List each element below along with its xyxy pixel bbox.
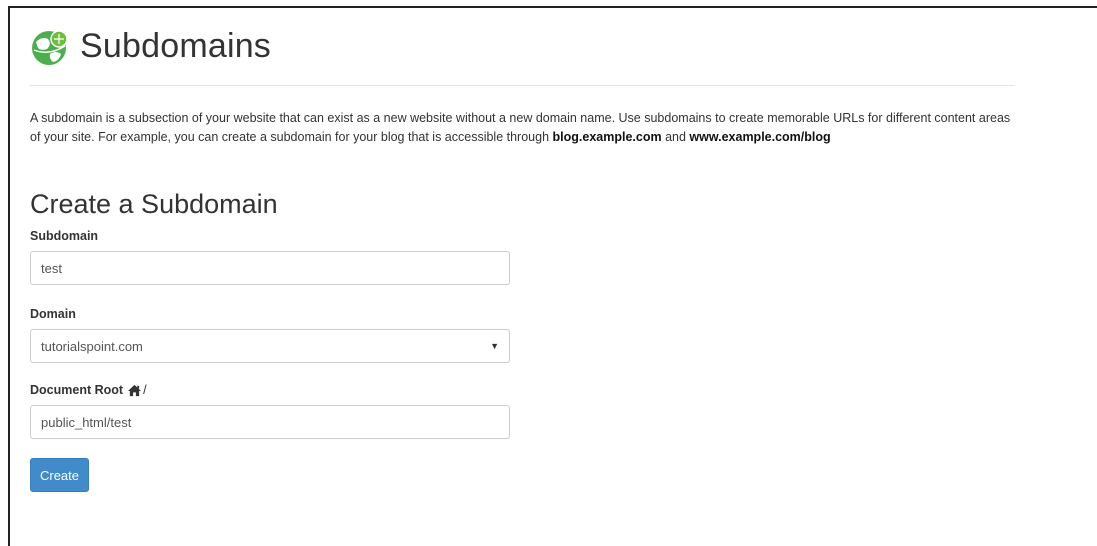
document-root-label-row: Document Root /	[30, 383, 1030, 397]
subdomain-input[interactable]: test	[30, 251, 510, 285]
document-root-slash: /	[143, 383, 147, 397]
description-text: A subdomain is a subsection of your webs…	[30, 111, 1011, 144]
document-root-input-value: public_html/test	[41, 414, 132, 430]
example-subdomain-url: blog.example.com	[552, 130, 662, 144]
page-header: Subdomains	[30, 8, 1015, 86]
frame-left-border	[8, 6, 10, 546]
document-root-input[interactable]: public_html/test	[30, 405, 510, 439]
description-and: and	[665, 130, 686, 144]
domain-select[interactable]: tutorialspoint.com ▼	[30, 329, 510, 363]
subdomains-globe-icon	[32, 29, 68, 65]
example-path-url: www.example.com/blog	[689, 130, 831, 144]
caret-down-icon: ▼	[490, 341, 499, 351]
subdomain-label: Subdomain	[30, 229, 99, 243]
subdomain-input-value: test	[41, 260, 62, 276]
domain-label: Domain	[30, 307, 76, 321]
page-description: A subdomain is a subsection of your webs…	[30, 109, 1020, 147]
page-title: Subdomains	[80, 27, 272, 65]
create-subdomain-heading: Create a Subdomain	[30, 189, 278, 219]
domain-select-value: tutorialspoint.com	[41, 338, 143, 354]
subdomains-page: Subdomains A subdomain is a subsection o…	[30, 8, 1030, 492]
create-button[interactable]: Create	[30, 458, 89, 492]
home-icon	[128, 384, 142, 396]
document-root-label: Document Root	[30, 383, 124, 397]
